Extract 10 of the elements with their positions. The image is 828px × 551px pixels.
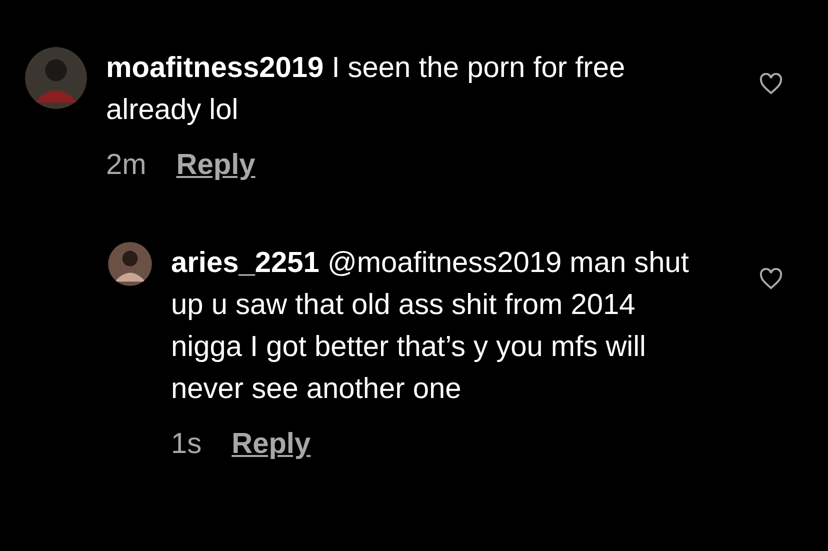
timestamp: 1s bbox=[171, 427, 202, 462]
timestamp: 2m bbox=[106, 148, 146, 183]
reply-link[interactable]: Reply bbox=[232, 423, 311, 465]
comment-text: moafitness2019 I seen the porn for free already lol bbox=[106, 51, 626, 128]
heart-icon[interactable] bbox=[759, 268, 783, 290]
avatar bbox=[108, 242, 152, 286]
heart-icon[interactable] bbox=[759, 73, 783, 95]
comment-text: aries_2251 @moafitness2019 man shut up u saw that old ass shit from 2014 nigga I got better that’s y you mfs will never see another one bbox=[171, 246, 690, 407]
reply-link[interactable]: Reply bbox=[176, 144, 256, 186]
avatar bbox=[25, 47, 87, 109]
